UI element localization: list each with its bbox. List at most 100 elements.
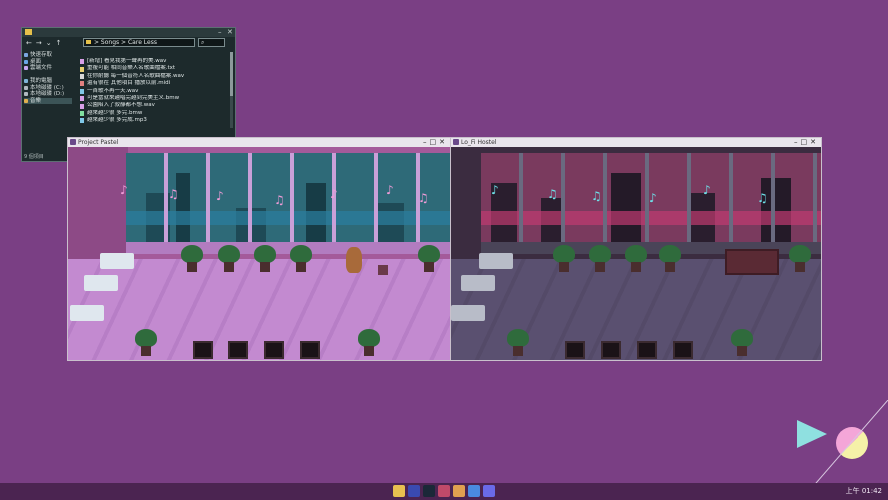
file-icon	[80, 96, 84, 102]
piano[interactable]	[725, 249, 779, 275]
seat[interactable]	[637, 341, 657, 359]
seat[interactable]	[228, 341, 248, 359]
window-controls[interactable]: –□✕	[794, 138, 819, 147]
side-wall	[68, 147, 128, 259]
window-title: Project Pastel	[78, 139, 119, 146]
window-controls[interactable]: –□✕	[423, 138, 448, 147]
music-note-icon: ♪	[386, 183, 394, 197]
search-icon: ⌕	[201, 39, 205, 46]
explorer-title-bar[interactable]: – ✕	[22, 28, 235, 37]
potted-plant	[135, 329, 157, 357]
status-bar: 9 個項目	[24, 154, 44, 160]
scene-wall: ♪ ♫ ♪ ♫ ♪ ♪ ♫	[68, 147, 450, 259]
recent-dropdown[interactable]: ⌄	[46, 39, 52, 47]
potted-plant	[625, 245, 647, 273]
file-name: 越來越少很 多完成.mp3	[87, 117, 147, 124]
game-window-left[interactable]: Project Pastel –□✕ ♪ ♫ ♪ ♫ ♪ ♪ ♫	[67, 137, 451, 361]
file-icon	[80, 73, 84, 79]
potted-plant	[731, 329, 753, 357]
steam-icon[interactable]	[423, 485, 435, 497]
bed[interactable]	[100, 253, 134, 269]
explorer-sidebar: 快速存取 桌面 雲端文件 我的電腦 本地磁碟 (C:) 本地磁碟 (D:) 音樂	[24, 52, 72, 104]
desktop-icon	[24, 59, 28, 64]
sidebar-item-label: 雲端文件	[30, 65, 53, 71]
search-input[interactable]: ⌕	[198, 38, 225, 47]
file-name: 還有很在 其他項目 播放以前.midi	[87, 80, 171, 87]
window-ledge	[126, 242, 450, 254]
file-item[interactable]: 可是當就來越唱完越到完美主义.bmw	[80, 95, 230, 102]
potted-plant	[789, 245, 811, 273]
browser-icon[interactable]	[468, 485, 480, 497]
music-note-icon: ♪	[491, 183, 499, 197]
game-window-right[interactable]: Lo_Fi Hostel –□✕ ♪ ♫ ♫ ♪ ♪ ♫	[450, 137, 822, 361]
file-item[interactable]: 重複可能 相同音樂人名歌曲檔案.txt	[80, 65, 230, 72]
game-title-bar[interactable]: Lo_Fi Hostel –□✕	[451, 138, 821, 147]
bed[interactable]	[479, 253, 513, 269]
scrollbar-thumb[interactable]	[230, 52, 233, 96]
paint-icon[interactable]	[453, 485, 465, 497]
game-app-icon	[70, 139, 76, 145]
file-item[interactable]: 在你耐聽 每一個音符人名歌曲檔案.wav	[80, 73, 230, 80]
file-name: 重複可能 相同音樂人名歌曲檔案.txt	[87, 65, 176, 72]
stool[interactable]	[378, 265, 388, 275]
file-item[interactable]: 還有很在 其他項目 播放以前.midi	[80, 80, 230, 87]
game-icon[interactable]	[438, 485, 450, 497]
game-title-bar[interactable]: Project Pastel –□✕	[68, 138, 450, 147]
music-note-icon: ♪	[330, 187, 338, 201]
star-icon	[24, 53, 28, 58]
bed[interactable]	[461, 275, 495, 291]
seat[interactable]	[300, 341, 320, 359]
music-note-icon: ♫	[168, 187, 179, 201]
potted-plant	[181, 245, 203, 273]
game-scene-dark[interactable]: ♪ ♫ ♫ ♪ ♪ ♫	[451, 147, 821, 360]
game-app-icon	[453, 139, 459, 145]
bed[interactable]	[84, 275, 118, 291]
file-item[interactable]: 越來越少很 多完成.mp3	[80, 117, 230, 124]
seat[interactable]	[673, 341, 693, 359]
music-note-icon: ♫	[547, 187, 558, 201]
potted-plant	[358, 329, 380, 357]
taskbar-apps	[393, 485, 495, 497]
potted-plant	[418, 245, 440, 273]
seat[interactable]	[193, 341, 213, 359]
discord-icon[interactable]	[483, 485, 495, 497]
app-icon[interactable]	[408, 485, 420, 497]
potted-plant	[218, 245, 240, 273]
scrollbar[interactable]	[230, 52, 233, 128]
bed[interactable]	[70, 305, 104, 321]
seat[interactable]	[264, 341, 284, 359]
folder-icon	[25, 29, 32, 35]
up-button[interactable]: ↑	[56, 39, 62, 47]
game-scene-pink[interactable]: ♪ ♫ ♪ ♫ ♪ ♪ ♫	[68, 147, 450, 360]
file-name: 可是當就來越唱完越到完美主义.bmw	[87, 94, 180, 101]
music-note-icon: ♪	[216, 189, 224, 203]
potted-plant	[507, 329, 529, 357]
potted-plant	[659, 245, 681, 273]
seat[interactable]	[565, 341, 585, 359]
file-item[interactable]: 公園陷入了寂靜都不想.wav	[80, 102, 230, 109]
file-name: [新增] 看見我第一聲再的美.wav	[87, 58, 167, 64]
potted-plant	[553, 245, 575, 273]
file-icon	[80, 118, 84, 124]
address-bar[interactable]: > Songs > Care Less	[83, 38, 195, 47]
close-button[interactable]: ✕	[227, 28, 233, 37]
bed[interactable]	[451, 305, 485, 321]
potted-plant	[589, 245, 611, 273]
seat[interactable]	[601, 341, 621, 359]
file-item[interactable]: 越來越少很 多完.bmw	[80, 110, 230, 117]
sidebar-item[interactable]: 音樂	[24, 97, 72, 104]
line-decoration	[810, 400, 888, 490]
clock[interactable]: 上午 01:42	[846, 485, 882, 497]
music-note-icon: ♫	[591, 189, 602, 203]
file-explorer-icon[interactable]	[393, 485, 405, 497]
potted-plant	[290, 245, 312, 273]
cello[interactable]	[346, 247, 362, 273]
computer-icon	[24, 79, 28, 84]
minimize-button[interactable]: –	[218, 28, 222, 37]
file-item[interactable]: 一首歌不再一天.wav	[80, 88, 230, 95]
back-button[interactable]: ←	[26, 39, 32, 47]
music-note-icon: ♫	[757, 191, 768, 205]
file-icon	[80, 59, 84, 65]
file-item[interactable]: [新增] 看見我第一聲再的美.wav	[80, 58, 230, 65]
forward-button[interactable]: →	[36, 39, 42, 47]
